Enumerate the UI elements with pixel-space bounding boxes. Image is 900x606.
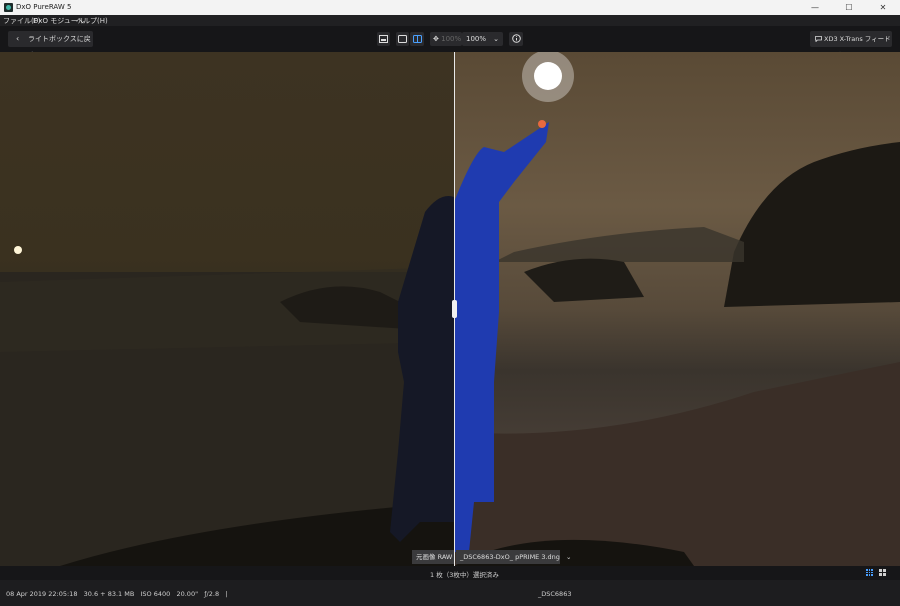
move-icon: ✥ <box>433 35 439 43</box>
back-to-lightbox-button[interactable]: ‹ ライトボックスに戻る <box>8 31 93 59</box>
selection-bar: 1 枚（3枚中）選択済み <box>0 566 900 580</box>
chevron-down-icon: ⌄ <box>493 35 499 43</box>
close-button[interactable]: ✕ <box>866 0 900 15</box>
single-view-button[interactable] <box>377 32 390 46</box>
menu-bar: ファイル(F) DxO モジュール ヘルプ(H) <box>0 15 900 26</box>
processed-dng-pane <box>454 52 900 566</box>
original-raw-tag: 元画像 RAW <box>412 550 454 564</box>
info-button[interactable] <box>509 32 523 46</box>
info-icon <box>511 34 521 43</box>
selection-count: 1 枚（3枚中）選択済み <box>430 571 499 579</box>
original-photo <box>0 196 454 566</box>
frame-view-icon <box>398 35 407 43</box>
original-raw-pane <box>0 52 454 566</box>
before-view-button[interactable] <box>396 32 409 46</box>
window-titlebar: DxO PureRAW 5 — ☐ ✕ <box>0 0 900 15</box>
split-view-icon <box>412 35 422 43</box>
zoom-inactive-value: 100% <box>441 35 462 43</box>
large-thumbnail-view-icon[interactable] <box>879 569 886 576</box>
single-view-icon <box>379 35 388 43</box>
minimize-button[interactable]: — <box>798 0 832 15</box>
zoom-select[interactable]: 100% ⌄ <box>462 32 503 46</box>
grid-view-icon[interactable] <box>866 569 873 576</box>
pan-zoom-control[interactable]: ✥ 100% <box>430 32 462 46</box>
feedback-button[interactable]: XD3 X-Trans フィードバック <box>810 31 892 59</box>
chevron-left-icon: ‹ <box>16 34 20 43</box>
split-handle[interactable] <box>452 300 457 318</box>
app-logo-icon <box>4 3 13 12</box>
image-viewer[interactable] <box>0 52 900 566</box>
window-title: DxO PureRAW 5 <box>16 3 72 11</box>
menu-help[interactable]: ヘルプ(H) <box>76 16 108 26</box>
zoom-value: 100% <box>466 35 487 43</box>
chat-icon <box>815 36 822 42</box>
status-bar: 08 Apr 2019 22:05:18 30.6 + 83.1 MB ISO … <box>0 580 900 606</box>
split-view-button[interactable] <box>410 32 424 46</box>
output-file-name: _DSC6863-DxO_ pPRIME 3.dng <box>460 553 560 561</box>
maximize-button[interactable]: ☐ <box>832 0 866 15</box>
output-file-tag[interactable]: _DSC6863-DxO_ pPRIME 3.dng ⌄ <box>456 550 571 564</box>
exif-metadata: 08 Apr 2019 22:05:18 30.6 + 83.1 MB ISO … <box>6 590 228 598</box>
processed-photo <box>454 52 900 566</box>
toolbar: ‹ ライトボックスに戻る ✥ 100% 100% ⌄ <box>0 26 900 59</box>
current-filename: _DSC6863 <box>538 590 572 598</box>
chevron-down-icon: ⌄ <box>566 553 572 561</box>
